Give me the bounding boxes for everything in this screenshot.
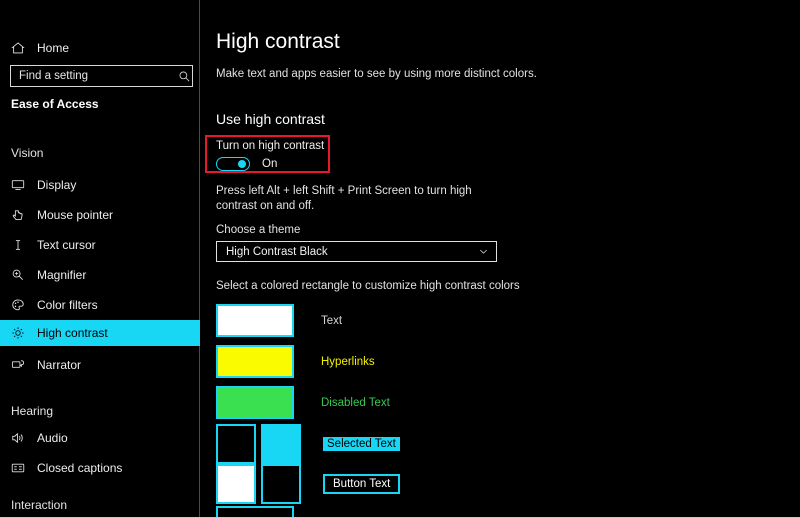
cursor-hand-icon [11,208,33,222]
settings-window: Settings Home Ease of Access Vision [0,0,800,518]
swatch-label: Selected Text [323,437,400,451]
swatch-row-selected-text[interactable]: Selected Text [216,424,400,464]
closed-captions-icon [11,461,33,475]
swatch-color-box[interactable] [216,464,256,504]
sidebar-item-label: Display [37,178,76,192]
high-contrast-toggle[interactable] [216,157,250,171]
magnifier-icon [11,268,33,282]
home-icon [11,41,33,55]
swatch-row-disabled-text[interactable]: Disabled Text [216,386,390,419]
swatch-row-button-text[interactable]: Button Text [216,464,400,504]
sidebar-item-audio[interactable]: Audio [0,425,200,451]
chevron-down-icon [478,246,489,257]
sidebar-item-label: Text cursor [37,238,96,252]
swatch-label: Button Text [323,474,400,494]
swatch-row-hyperlinks[interactable]: Hyperlinks [216,345,375,378]
sidebar-group-vision: Vision [11,146,43,160]
swatch-row-partial[interactable] [216,506,294,518]
sidebar-item-narrator[interactable]: Narrator [0,352,200,378]
sidebar-item-magnifier[interactable]: Magnifier [0,262,200,288]
theme-dropdown-value: High Contrast Black [226,246,328,258]
monitor-icon [11,178,33,192]
theme-dropdown[interactable]: High Contrast Black [216,241,497,262]
sidebar-item-label: Magnifier [37,268,86,282]
swatch-color-box[interactable] [216,345,294,378]
sidebar-item-label: Closed captions [37,461,122,475]
swatch-row-text[interactable]: Text [216,304,342,337]
sidebar-item-label: Narrator [37,358,81,372]
theme-label: Choose a theme [216,223,300,238]
swatch-color-box[interactable] [216,506,294,518]
keyboard-shortcut-hint: Press left Alt + left Shift + Print Scre… [216,184,506,214]
toggle-state-label: On [262,158,277,170]
sidebar-item-label: Color filters [37,298,98,312]
search-input[interactable] [11,70,177,82]
swatch-section-intro: Select a colored rectangle to customize … [216,279,520,294]
sidebar-home-label: Home [37,41,69,55]
sidebar-item-color-filters[interactable]: Color filters [0,292,200,318]
sidebar-item-high-contrast[interactable]: High contrast [0,320,200,346]
sidebar-item-closed-captions[interactable]: Closed captions [0,455,200,481]
sidebar-item-label: Audio [37,431,68,445]
swatch-label: Hyperlinks [321,356,375,368]
swatch-label: Disabled Text [321,397,390,409]
sidebar-item-mouse-pointer[interactable]: Mouse pointer [0,202,200,228]
section-heading-use-high-contrast: Use high contrast [216,111,325,127]
sidebar: Home Ease of Access Vision Display [0,0,200,518]
sidebar-item-text-cursor[interactable]: Text cursor [0,232,200,258]
swatch-color-box[interactable] [216,386,294,419]
sidebar-item-label: Mouse pointer [37,208,113,222]
swatch-label: Text [321,315,342,327]
text-caret-icon [11,238,33,252]
palette-icon [11,298,33,312]
sidebar-group-interaction: Interaction [11,498,67,512]
speaker-icon [11,431,33,445]
toggle-label: Turn on high contrast [216,140,324,152]
page-subtitle: Make text and apps easier to see by usin… [216,68,537,80]
sun-icon [11,326,33,340]
search-icon[interactable] [177,70,192,83]
swatch-color-box[interactable] [216,304,294,337]
swatch-color-box[interactable] [261,424,301,464]
sidebar-item-label: High contrast [37,326,108,340]
search-box[interactable] [10,65,193,87]
sidebar-item-display[interactable]: Display [0,172,200,198]
sidebar-category-title: Ease of Access [11,97,99,111]
main-content: High contrast Make text and apps easier … [201,0,800,517]
high-contrast-toggle-row[interactable]: On [216,157,277,171]
sidebar-group-hearing: Hearing [11,404,53,418]
toggle-knob [238,160,246,168]
narrator-icon [11,358,33,372]
page-title: High contrast [216,30,340,54]
swatch-color-box[interactable] [261,464,301,504]
swatch-color-box[interactable] [216,424,256,464]
sidebar-item-home[interactable]: Home [0,36,200,60]
